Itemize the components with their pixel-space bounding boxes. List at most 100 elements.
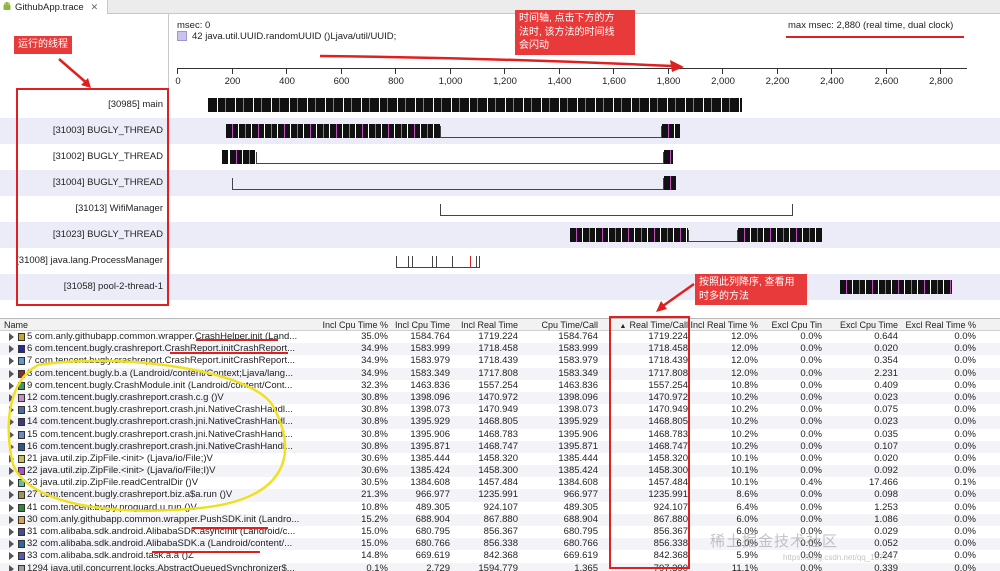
ruler-tick-label: 0 (175, 76, 181, 87)
table-cell: 0.0% (954, 428, 976, 440)
table-cell: 1395.871 (410, 440, 450, 452)
expand-arrow-icon[interactable] (9, 528, 14, 536)
ruler-tick-label: 2,600 (874, 76, 899, 87)
table-cell: 1395.906 (410, 428, 450, 440)
selected-method-color-swatch (177, 31, 187, 41)
method-timeline-segment[interactable] (208, 98, 742, 112)
table-cell: 0.0% (800, 367, 822, 379)
max-msec-underline (786, 36, 964, 38)
table-cell: 0.0% (800, 331, 822, 342)
table-cell: 1395.929 (558, 416, 598, 428)
method-timeline-segment[interactable] (840, 280, 952, 294)
table-row[interactable]: 32 com.alibaba.sdk.android.AlibabaSDK.a … (0, 538, 1000, 551)
column-header[interactable]: Cpu Time/Call (518, 319, 598, 331)
column-header[interactable]: Excl Real Time % (900, 319, 976, 331)
ruler-tick (831, 68, 832, 74)
table-cell: 1470.949 (478, 404, 518, 416)
table-cell: 0.0% (954, 501, 976, 513)
table-cell: 0.0% (954, 404, 976, 416)
table-cell: 0.0% (954, 489, 976, 501)
thread-idle-line (232, 189, 664, 190)
table-cell: 0.0% (800, 404, 822, 416)
thread-boundary-tick (256, 152, 257, 164)
table-cell: 0.023 (874, 416, 898, 428)
table-cell: 11.1% (731, 562, 758, 571)
method-timeline-segment[interactable] (226, 124, 440, 138)
method-color-swatch (18, 552, 25, 561)
current-msec-label: msec: 0 (177, 20, 211, 31)
table-cell: 1594.779 (478, 562, 518, 571)
table-cell: 1384.608 (558, 477, 598, 489)
table-cell: 0.0% (954, 513, 976, 525)
table-cell: 30.8% (361, 440, 388, 452)
table-cell: 0.0% (800, 440, 822, 452)
ruler-tick (177, 68, 178, 74)
sort-note: 按照此列降序, 查看用 时多的方法 (695, 274, 807, 305)
table-cell: 34.9% (361, 343, 388, 355)
table-row[interactable]: 31 com.alibaba.sdk.android.AlibabaSDK.as… (0, 526, 1000, 538)
tab-close-icon[interactable]: ✕ (91, 2, 99, 13)
expand-arrow-icon[interactable] (9, 552, 14, 561)
table-cell: 1.253 (874, 501, 898, 513)
ruler-tick (286, 68, 287, 74)
method-timeline-segment[interactable] (662, 124, 680, 138)
editor-tab-bar: GithubApp.trace ✕ (0, 0, 1000, 14)
table-cell: 0.0% (954, 452, 976, 464)
ruler-tick-label: 2,400 (820, 76, 844, 87)
expand-arrow-icon[interactable] (9, 540, 14, 549)
column-header[interactable]: Incl Cpu Time (382, 319, 450, 331)
table-cell: 1583.349 (410, 367, 450, 379)
method-color-swatch (18, 528, 25, 536)
table-cell: 0.409 (874, 379, 898, 391)
column-header[interactable]: Name (4, 319, 304, 331)
thread-boundary-tick (396, 256, 397, 268)
sort-note-line-2: 时多的方法 (699, 290, 749, 302)
column-header[interactable]: Excl Cpu Tin (760, 319, 822, 331)
table-cell: 5.9% (736, 550, 758, 562)
method-timeline-segment[interactable] (222, 150, 228, 164)
table-cell: 1395.871 (558, 440, 598, 452)
table-cell: 1463.836 (558, 379, 598, 391)
table-cell: 1468.783 (478, 428, 518, 440)
method-timeline-segment[interactable] (738, 228, 822, 242)
expand-arrow-icon[interactable] (9, 564, 14, 571)
table-row[interactable]: 1294 java.util.concurrent.locks.Abstract… (0, 562, 1000, 571)
zipfile-highlight-circle (7, 359, 287, 512)
thread-boundary-tick (688, 230, 689, 242)
sort-note-line-1: 按照此列降序, 查看用 (699, 277, 795, 288)
table-cell: 1718.439 (478, 355, 518, 367)
table-cell: 10.2% (731, 416, 758, 428)
table-cell: 0.0% (954, 343, 976, 355)
table-cell: 1468.805 (478, 416, 518, 428)
table-cell: 680.795 (563, 526, 598, 537)
column-header[interactable]: Excl Cpu Time (822, 319, 898, 331)
table-cell: 34.9% (361, 355, 388, 367)
table-cell: 1385.444 (558, 452, 598, 464)
method-timeline-segment[interactable] (230, 150, 256, 164)
table-cell: 966.977 (563, 489, 598, 501)
method-timeline-segment[interactable] (664, 176, 676, 190)
expand-arrow-icon[interactable] (9, 333, 14, 341)
column-header-label: Incl Cpu Time % (322, 320, 388, 330)
method-timeline-segment[interactable] (664, 150, 673, 164)
thread-idle-line (256, 163, 664, 164)
thread-idle-line (440, 137, 662, 138)
table-cell: 0.1% (366, 562, 388, 571)
table-cell: 14.8% (361, 550, 388, 562)
thread-boundary-tick (440, 126, 441, 138)
table-cell: 0.0% (800, 355, 822, 367)
ruler-tick-label: 800 (388, 76, 404, 87)
thread-event-tick (412, 256, 413, 268)
method-timeline-segment[interactable] (570, 228, 688, 242)
tab-githubapp-trace[interactable]: GithubApp.trace ✕ (0, 0, 108, 14)
table-cell: 1557.254 (478, 379, 518, 391)
table-row[interactable]: 5 com.anly.githubapp.common.wrapper.Cras… (0, 331, 1000, 343)
thread-event-tick (476, 256, 477, 268)
column-header-label: Name (4, 320, 29, 330)
table-cell: 15.0% (361, 538, 388, 550)
table-cell: 2.729 (426, 562, 450, 571)
column-header[interactable]: Incl Real Time (448, 319, 518, 331)
table-cell: 0.035 (874, 428, 898, 440)
column-header[interactable]: Incl Real Time % (690, 319, 758, 331)
column-header[interactable]: Incl Cpu Time % (308, 319, 388, 331)
